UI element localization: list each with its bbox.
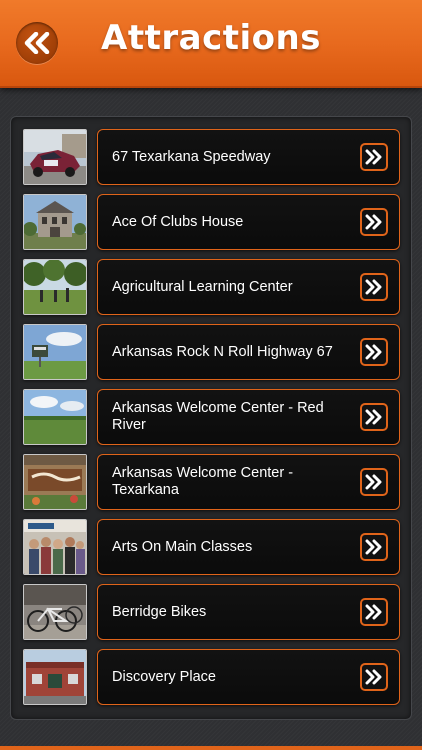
header-bar: Attractions [0, 0, 422, 88]
building-thumbnail [23, 649, 87, 705]
double-chevron-right-icon[interactable] [360, 468, 388, 496]
item-label: Arkansas Welcome Center - Red River [112, 400, 324, 433]
list-item[interactable]: Ace Of Clubs House [23, 194, 400, 252]
historic-house-thumbnail [23, 194, 87, 250]
item-button[interactable]: Arkansas Welcome Center - Red River [97, 389, 400, 445]
list-item[interactable]: Arts On Main Classes [23, 519, 400, 577]
page-title: Attractions [101, 18, 321, 58]
item-label: Arkansas Rock N Roll Highway 67 [112, 343, 333, 360]
item-button[interactable]: Berridge Bikes [97, 584, 400, 640]
group-people-thumbnail [23, 519, 87, 575]
item-label: 67 Texarkana Speedway [112, 148, 271, 165]
list-item[interactable]: Berridge Bikes [23, 584, 400, 642]
bottom-accent-bar [0, 746, 422, 750]
list-item[interactable]: Arkansas Welcome Center - Red River [23, 389, 400, 447]
trees-field-thumbnail [23, 259, 87, 315]
welcome-sign-thumbnail [23, 454, 87, 510]
double-chevron-right-icon[interactable] [360, 598, 388, 626]
list-item[interactable]: Arkansas Welcome Center - Texarkana [23, 454, 400, 512]
field-sky-thumbnail [23, 389, 87, 445]
bicycles-thumbnail [23, 584, 87, 640]
double-chevron-right-icon[interactable] [360, 273, 388, 301]
item-button[interactable]: Arkansas Rock N Roll Highway 67 [97, 324, 400, 380]
list-item[interactable]: 67 Texarkana Speedway [23, 129, 400, 187]
double-chevron-right-icon[interactable] [360, 143, 388, 171]
item-label: Berridge Bikes [112, 603, 207, 620]
list-item[interactable]: Arkansas Rock N Roll Highway 67 [23, 324, 400, 382]
list-item[interactable]: Agricultural Learning Center [23, 259, 400, 317]
list-item[interactable]: Discovery Place [23, 649, 400, 707]
item-label: Agricultural Learning Center [112, 278, 293, 295]
item-button[interactable]: 67 Texarkana Speedway [97, 129, 400, 185]
item-button[interactable]: Arts On Main Classes [97, 519, 400, 575]
double-chevron-right-icon[interactable] [360, 338, 388, 366]
item-label: Ace Of Clubs House [112, 213, 244, 230]
item-label: Arts On Main Classes [112, 538, 253, 555]
double-chevron-right-icon[interactable] [360, 663, 388, 691]
item-label: Discovery Place [112, 668, 216, 685]
highway-sign-thumbnail [23, 324, 87, 380]
item-label: Arkansas Welcome Center - Texarkana [112, 465, 294, 498]
item-button[interactable]: Ace Of Clubs House [97, 194, 400, 250]
double-chevron-right-icon[interactable] [360, 208, 388, 236]
race-car-thumbnail [23, 129, 87, 185]
double-chevron-right-icon[interactable] [360, 533, 388, 561]
item-button[interactable]: Arkansas Welcome Center - Texarkana [97, 454, 400, 510]
item-button[interactable]: Discovery Place [97, 649, 400, 705]
item-button[interactable]: Agricultural Learning Center [97, 259, 400, 315]
double-chevron-right-icon[interactable] [360, 403, 388, 431]
